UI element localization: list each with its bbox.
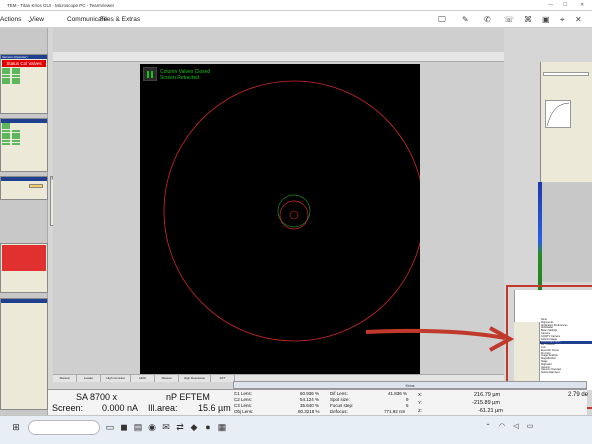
spot-size-label: Spot size:	[330, 397, 350, 402]
tray-chevron-icon[interactable]: ⌃	[482, 420, 494, 434]
app-icon[interactable]: ●	[202, 420, 214, 434]
screen-current: 0.000 nA	[102, 403, 139, 413]
task-view-icon[interactable]: ▭	[104, 420, 116, 434]
spot-size-value: 9	[406, 397, 409, 402]
volume-icon[interactable]: ◁	[510, 420, 522, 434]
defocus-value: 771.92 nm	[384, 409, 406, 414]
obj-lens-label: Obj Lens:	[234, 409, 254, 414]
taskbar-search[interactable]	[28, 420, 100, 435]
magnification-readout: SA 8700 x	[76, 392, 118, 402]
stage-y-label: Y:	[418, 400, 423, 405]
stage-x-label: X:	[418, 392, 423, 397]
instrument-name: Krios	[233, 381, 587, 389]
c3-lens-value: 35.640 %	[300, 403, 320, 408]
app-icon[interactable]: ◼	[118, 420, 130, 434]
app-icon[interactable]: ▦	[216, 420, 228, 434]
browser-icon[interactable]: ◉	[146, 420, 158, 434]
mode-readout: nP EFTEM	[166, 392, 210, 402]
c1-lens-label: C1 Lens:	[234, 391, 253, 396]
stage-z-value: -61.21 µm	[478, 408, 503, 414]
wifi-icon[interactable]: ◠	[496, 420, 508, 434]
tab-preset[interactable]: High Resolution	[179, 375, 211, 382]
status-bar: SA 8700 x nP EFTEM Screen: 0.000 nA Ill.…	[48, 389, 589, 415]
app-icon[interactable]: ◆	[188, 420, 200, 434]
file-explorer-icon[interactable]: ▤	[132, 420, 144, 434]
focus-step-label: Focus step:	[330, 403, 354, 408]
tab-preset[interactable]: Manual	[53, 375, 77, 382]
mail-icon[interactable]: ✉	[160, 420, 172, 434]
stage-tilt-value: 2.79 de	[568, 392, 589, 398]
battery-icon[interactable]: ▭	[524, 420, 536, 434]
stage-y-value: -215.89 µm	[472, 400, 500, 406]
teamviewer-icon[interactable]: ⇄	[174, 420, 186, 434]
tab-preset[interactable]: Manual	[155, 375, 179, 382]
focus-step-value: 5	[406, 403, 409, 408]
c3-lens-label: C3 Lens:	[234, 403, 253, 408]
annotation-arrow-shaft	[365, 328, 506, 340]
tab-preset[interactable]: DFT	[211, 375, 235, 382]
dif-lens-label: Dif Lens:	[330, 391, 348, 396]
obj-lens-value: 80.3218 %	[298, 409, 320, 414]
stage-x-value: 216.79 µm	[474, 392, 501, 398]
ill-area-value: 15.6 µm	[198, 403, 231, 413]
c1-lens-value: 60.936 %	[300, 391, 320, 396]
tab-preset[interactable]: HDR	[131, 375, 155, 382]
start-icon[interactable]: ⊞	[10, 420, 22, 434]
c2-lens-value: 54.124 %	[300, 397, 320, 402]
tab-preset[interactable]: High Contrast	[101, 375, 131, 382]
screen-label: Screen:	[52, 403, 84, 413]
c2-lens-label: C2 Lens:	[234, 397, 253, 402]
defocus-label: Defocus:	[330, 409, 348, 414]
stage-z-label: Z:	[418, 408, 422, 413]
dif-lens-value: 41.836 %	[388, 391, 408, 396]
tab-preset[interactable]: Loader	[77, 375, 101, 382]
ill-area-label: Ill.area:	[148, 403, 178, 413]
